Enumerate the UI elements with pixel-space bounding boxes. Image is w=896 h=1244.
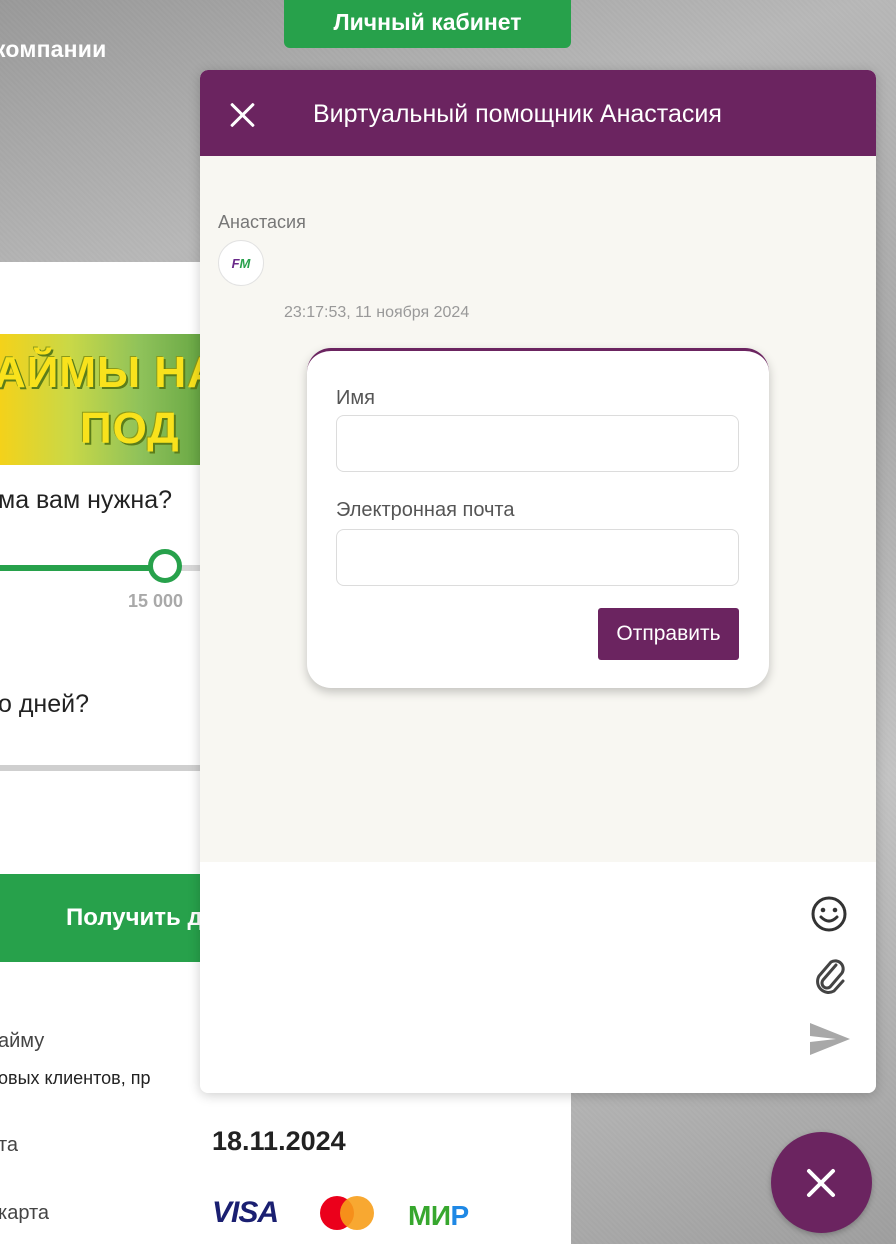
- chat-title: Виртуальный помощник Анастасия: [313, 100, 722, 129]
- days-question: о дней?: [0, 690, 89, 719]
- visa-logo: VISA: [212, 1196, 278, 1230]
- message-sender-name: Анастасия: [218, 212, 306, 233]
- payment-method-label: карта: [0, 1202, 49, 1225]
- submit-button[interactable]: Отправить: [598, 608, 739, 660]
- get-loan-button[interactable]: Получить д: [0, 874, 200, 962]
- nav-link-company[interactable]: компании: [0, 36, 106, 63]
- send-icon[interactable]: [808, 1020, 852, 1058]
- amount-slider-fill: [0, 565, 165, 571]
- loan-info-label: айму: [0, 1030, 44, 1053]
- chat-header: Виртуальный помощник Анастасия: [200, 70, 876, 156]
- amount-question: ма вам нужна?: [0, 486, 172, 515]
- name-field-label: Имя: [336, 387, 375, 410]
- promo-banner: АЙМЫ НА ПОД: [0, 334, 200, 465]
- email-field[interactable]: [336, 529, 739, 586]
- amount-slider-thumb[interactable]: [148, 549, 182, 583]
- email-field-label: Электронная почта: [336, 499, 514, 522]
- loan-info-text: овых клиентов, пр: [0, 1068, 150, 1089]
- mir-logo: МИР: [408, 1200, 469, 1232]
- name-field[interactable]: [336, 415, 739, 472]
- days-slider-track[interactable]: [0, 765, 200, 771]
- avatar: FM: [218, 240, 264, 286]
- message-input[interactable]: [220, 882, 800, 1072]
- amount-value-label: 15 000: [128, 591, 183, 612]
- paperclip-icon[interactable]: [812, 956, 848, 996]
- contact-form-card: Имя Электронная почта Отправить: [307, 348, 769, 688]
- message-composer: [200, 862, 876, 1093]
- message-timestamp: 23:17:53, 11 ноября 2024: [284, 304, 469, 322]
- smile-icon[interactable]: [810, 895, 848, 933]
- personal-cabinet-button[interactable]: Личный кабинет: [284, 0, 571, 48]
- banner-line-2: ПОД: [80, 404, 180, 454]
- return-date-label: та: [0, 1134, 18, 1157]
- close-icon[interactable]: [226, 98, 260, 132]
- banner-line-1: АЙМЫ НА: [0, 348, 200, 398]
- chat-widget: Виртуальный помощник Анастасия Анастасия…: [200, 70, 876, 1093]
- mastercard-logo: [320, 1196, 374, 1230]
- avatar-logo: FM: [232, 256, 251, 271]
- get-loan-button-label: Получить д: [66, 904, 200, 932]
- fab-close-icon[interactable]: [771, 1132, 872, 1233]
- return-date-value: 18.11.2024: [212, 1126, 346, 1157]
